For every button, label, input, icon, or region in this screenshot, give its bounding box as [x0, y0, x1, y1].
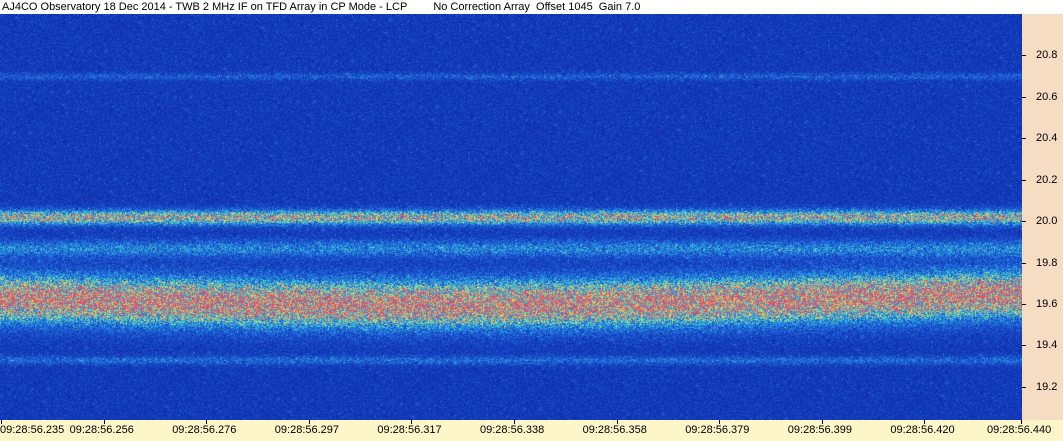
y-tick [1022, 96, 1026, 98]
x-tick-label: 09:28:56.317 [377, 424, 442, 436]
x-tick-label: 09:28:56.235 [0, 424, 65, 436]
x-tick-label: 09:28:56.399 [787, 424, 853, 436]
y-tick-label: 19.4 [1036, 339, 1058, 352]
x-tick-label: 09:28:56.256 [69, 424, 134, 436]
y-tick-label: 20.8 [1036, 49, 1058, 62]
y-tick [1022, 221, 1026, 223]
status-text: No Correction Array Offset 1045 Gain 7.0 [433, 1, 641, 13]
x-tick-label: 09:28:56.440 [987, 424, 1052, 436]
y-tick-label: 19.6 [1036, 298, 1058, 310]
chart-title: AJ4CO Observatory 18 Dec 2014 - TWB 2 MH… [2, 1, 408, 13]
y-tick-label: 20.4 [1036, 132, 1058, 145]
y-tick-label: 19.2 [1036, 380, 1058, 393]
spectrogram-plot [0, 14, 1022, 420]
y-tick [1022, 386, 1026, 388]
title-bar: AJ4CO Observatory 18 Dec 2014 - TWB 2 MH… [0, 0, 1063, 14]
x-tick-label: 09:28:56.297 [274, 424, 340, 436]
x-tick-label: 09:28:56.276 [172, 424, 237, 436]
x-tick-label: 09:28:56.420 [890, 424, 955, 436]
x-tick-label: 09:28:56.379 [685, 424, 750, 436]
y-tick-label: 20.6 [1036, 90, 1058, 103]
y-tick-label: 20.2 [1036, 173, 1058, 186]
y-tick-label: 19.8 [1036, 256, 1058, 269]
y-tick [1022, 345, 1026, 347]
y-tick [1022, 262, 1026, 264]
y-tick [1022, 55, 1026, 57]
y-tick [1022, 179, 1026, 181]
y-tick [1022, 138, 1026, 140]
x-tick-label: 09:28:56.338 [480, 424, 545, 436]
x-tick-label: 09:28:56.358 [582, 424, 647, 436]
y-tick-label: 20.0 [1036, 215, 1058, 228]
y-tick [1022, 304, 1026, 305]
